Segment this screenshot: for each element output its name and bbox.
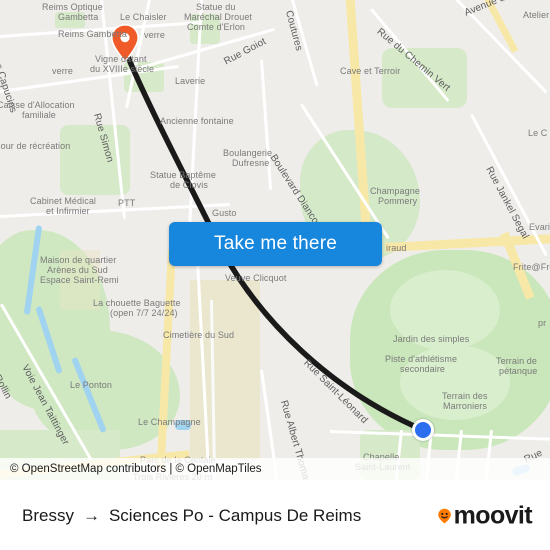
- map-label: Laverie: [175, 76, 206, 86]
- map-label: Cave et Terroir: [340, 66, 401, 76]
- map-label: Gambetta: [58, 12, 99, 22]
- destination-dot-icon[interactable]: [412, 419, 434, 441]
- map-canvas[interactable]: Reims Optique Gambetta Le Chaisler Reims Ga…: [0, 0, 550, 480]
- map-attribution: © OpenStreetMap contributors | © OpenMap…: [0, 458, 550, 480]
- map-label: Boulangerie: [223, 148, 273, 158]
- map-label: Marroniers: [443, 401, 488, 411]
- moovit-pin-icon: [436, 507, 453, 524]
- map-label: Cimetière du Sud: [163, 330, 235, 340]
- map-label: Dufresne: [232, 158, 270, 168]
- map-label: Maréchal Drouet: [184, 12, 253, 22]
- map-label: secondaire: [400, 364, 446, 374]
- moovit-wordmark: moovit: [453, 501, 533, 529]
- trip-destination-label: Sciences Po - Campus De Reims: [108, 505, 362, 525]
- map-label: et Infirmier: [46, 206, 90, 216]
- map-label: PTT: [118, 198, 136, 208]
- map-label: Reims Optique: [42, 2, 103, 12]
- map-label: iraud: [386, 243, 407, 253]
- map-label: Veuve Clicquot: [225, 273, 287, 283]
- moovit-logo[interactable]: moovit: [436, 501, 533, 530]
- map-label: pr: [538, 318, 547, 328]
- map-label: Terrain des: [442, 391, 488, 401]
- map-label: Piste d'athlétisme: [385, 354, 458, 364]
- map-label: verre: [144, 30, 166, 40]
- map-label: Comte d'Erlon: [187, 22, 246, 32]
- arrow-right-icon: →: [82, 505, 100, 525]
- map-label: Statue Baptême: [150, 170, 216, 180]
- map-label: Atelier: [523, 10, 550, 20]
- map-label: de Clovis: [170, 180, 208, 190]
- map-label: Statue du: [196, 2, 236, 12]
- map-label: La chouette Baguette: [93, 298, 181, 308]
- map-label: Terrain de: [496, 356, 538, 366]
- map-label: verre: [52, 66, 74, 76]
- map-label: Espace Saint-Remi: [40, 275, 119, 285]
- map-label: Frite@Fre: [513, 262, 550, 272]
- trip-footer: Bressy → Sciences Po - Campus De Reims m…: [0, 480, 550, 550]
- attribution-text[interactable]: © OpenStreetMap contributors | © OpenMap…: [10, 463, 262, 475]
- map-label: Caisse d'Allocation: [0, 100, 75, 110]
- map-label: Cabinet Médical: [30, 196, 97, 206]
- map-label: (open 7/7 24/24): [110, 308, 178, 318]
- map-label: Le C: [528, 128, 548, 138]
- map-label: du XVIIIe siècle: [90, 64, 155, 74]
- map-label: familiale: [22, 110, 56, 120]
- map-label: Le Chaisler: [120, 12, 167, 22]
- map-label: Arènes du Sud: [47, 265, 108, 275]
- map-label: Le Ponton: [70, 380, 112, 390]
- map-label: Pommery: [378, 196, 418, 206]
- map-label: Jardin des simples: [393, 334, 470, 344]
- map-label: Evari: [529, 222, 550, 232]
- map-label: Champagne: [370, 186, 420, 196]
- trip-origin-label: Bressy: [22, 505, 74, 525]
- map-label: Cour de récréation: [0, 141, 71, 151]
- trip-title: Bressy → Sciences Po - Campus De Reims: [22, 506, 361, 526]
- map-trip-card: Reims Optique Gambetta Le Chaisler Reims Ga…: [0, 0, 550, 550]
- map-label: Gusto: [212, 208, 237, 218]
- map-label: Reims Gambetta: [58, 29, 127, 39]
- map-label: Le Champagne: [138, 417, 201, 427]
- map-label: pétanque: [499, 366, 538, 376]
- take-me-there-button[interactable]: Take me there: [169, 222, 382, 266]
- map-label: Ancienne fontaine: [160, 116, 234, 126]
- map-label: Maison de quartier: [40, 255, 117, 265]
- map-label: Vigne datant: [95, 54, 147, 64]
